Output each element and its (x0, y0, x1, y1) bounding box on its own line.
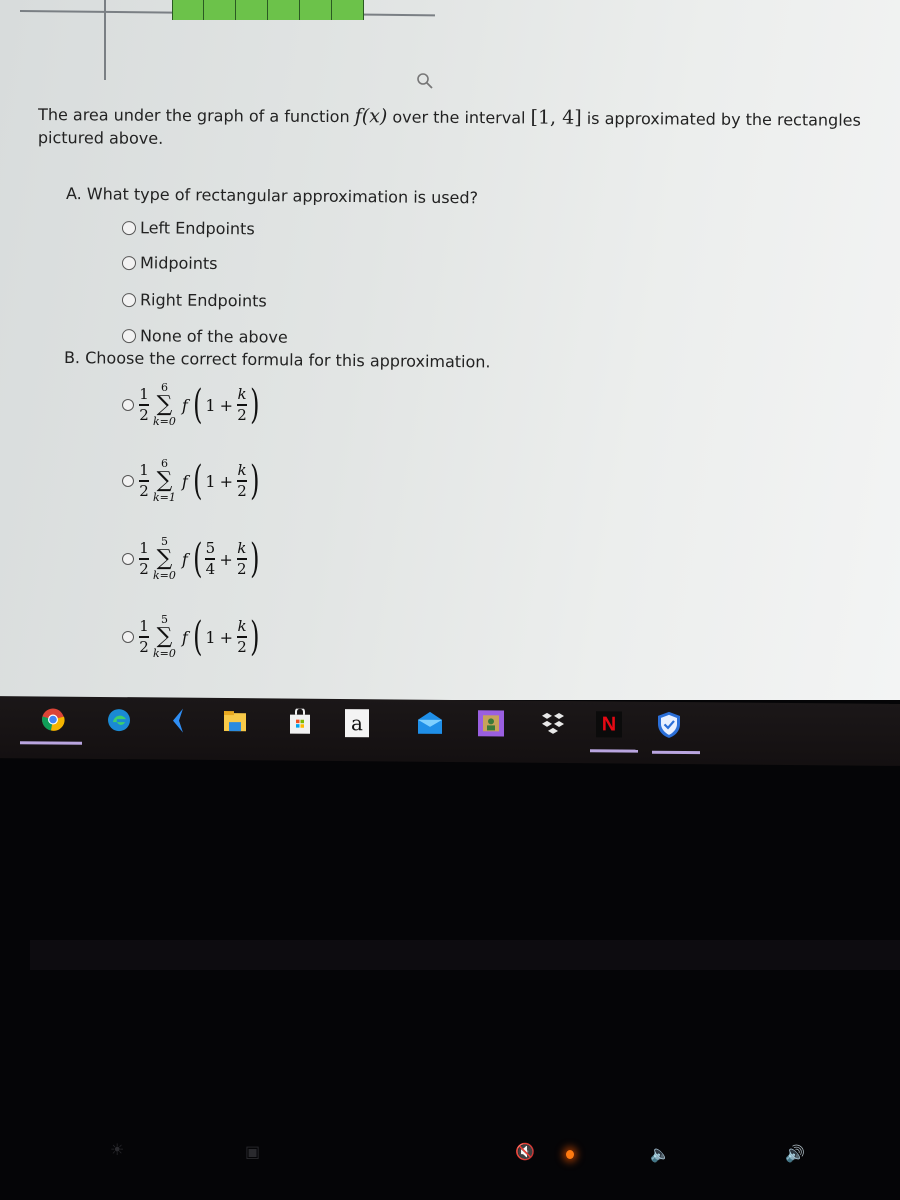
radio-button[interactable] (121, 220, 137, 235)
rectangle (236, 0, 268, 20)
formula-option-4[interactable]: 12 5 ∑ k=0 f ( 1 + k 2 ) (122, 614, 263, 660)
formula-option-1[interactable]: 12 6 ∑ k=0 f ( 1 + k 2 ) (122, 382, 263, 428)
option-right-endpoints[interactable]: Right Endpoints (121, 290, 267, 311)
coefficient: 12 (139, 539, 149, 578)
chrome-icon[interactable] (40, 706, 66, 732)
dropbox-icon[interactable] (540, 711, 566, 737)
radio-button[interactable] (122, 475, 134, 487)
rectangle (332, 0, 364, 20)
option-label: Right Endpoints (139, 290, 267, 311)
microsoft-store-icon[interactable] (287, 708, 313, 735)
option-label: Midpoints (139, 253, 218, 274)
option-midpoints[interactable]: Midpoints (121, 253, 218, 274)
edge-icon[interactable] (106, 707, 132, 733)
power-automate-icon[interactable] (166, 708, 192, 734)
coefficient: 12 (139, 385, 149, 424)
amazon-icon[interactable]: a (345, 709, 369, 738)
radio-button[interactable] (122, 553, 134, 565)
formula-option-2[interactable]: 12 6 ∑ k=1 f ( 1 + k 2 ) (122, 458, 263, 504)
y-axis (104, 0, 106, 80)
laptop-bezel (30, 940, 900, 970)
summation: 5 ∑ k=0 (153, 535, 176, 582)
prompt-text: pictured above. (37, 127, 164, 148)
radio-button[interactable] (121, 255, 137, 270)
function-symbol: f (181, 395, 188, 415)
approximation-rectangles (172, 0, 364, 20)
function-symbol: f (181, 627, 188, 647)
argument: 1 + k 2 (205, 617, 248, 656)
security-shield-icon[interactable] (656, 711, 682, 738)
interval: [1, 4] (530, 106, 582, 129)
netflix-icon[interactable]: N (596, 711, 622, 738)
mail-icon[interactable] (417, 710, 443, 736)
rectangle-graph (0, 0, 440, 80)
formula-option-3[interactable]: 12 5 ∑ k=0 f ( 5 4 + k 2 ) (122, 536, 262, 582)
prompt-text: The area under the graph of a function (38, 105, 355, 127)
volume-up-key-icon[interactable]: 🔊 (785, 1144, 805, 1163)
summation: 6 ∑ k=0 (153, 381, 176, 428)
photos-icon[interactable] (478, 710, 504, 737)
part-b-question: B. Choose the correct formula for this a… (63, 348, 491, 372)
argument: 1 + k 2 (205, 385, 248, 424)
question-prompt: The area under the graph of a function f… (38, 103, 900, 155)
summation: 5 ∑ k=0 (153, 613, 176, 660)
prompt-text: over the interval (387, 107, 531, 128)
coefficient: 12 (139, 617, 149, 656)
volume-down-key-icon[interactable]: 🔈 (650, 1144, 670, 1163)
option-none[interactable]: None of the above (121, 326, 288, 347)
argument: 5 4 + k 2 (205, 539, 247, 578)
brightness-key-icon[interactable]: ☀ (110, 1140, 124, 1159)
keyboard-function-row: ☀ ▣ 🔇 🔈 🔊 (0, 1100, 900, 1200)
function-symbol: f (181, 471, 188, 491)
rectangle (204, 0, 236, 20)
radio-button[interactable] (122, 631, 134, 643)
active-indicator (20, 741, 82, 745)
radio-button[interactable] (122, 399, 134, 411)
radio-button[interactable] (121, 328, 137, 343)
active-indicator (590, 749, 638, 753)
taskbar: a N (0, 696, 900, 766)
mute-key-icon[interactable]: 🔇 (515, 1142, 535, 1161)
summation: 6 ∑ k=1 (153, 457, 176, 504)
argument: 1 + k 2 (205, 461, 248, 500)
rectangle (268, 0, 300, 20)
rectangle (300, 0, 332, 20)
coefficient: 12 (139, 461, 149, 500)
option-left-endpoints[interactable]: Left Endpoints (121, 218, 255, 239)
rectangle (172, 0, 204, 20)
magnifier-icon[interactable] (416, 72, 434, 90)
browser-content: The area under the graph of a function f… (0, 0, 900, 700)
active-indicator (652, 750, 700, 755)
function-notation: f(x) (354, 105, 388, 128)
display-key-icon[interactable]: ▣ (245, 1142, 260, 1161)
radio-button[interactable] (121, 292, 137, 307)
option-label: Left Endpoints (139, 218, 255, 239)
file-explorer-icon[interactable] (222, 708, 248, 734)
option-label: None of the above (139, 326, 288, 347)
function-symbol: f (181, 549, 188, 569)
mute-indicator-led (566, 1150, 574, 1159)
part-a-question: A. What type of rectangular approximatio… (65, 184, 479, 208)
prompt-text: is approximated by the rectangles (581, 108, 861, 130)
